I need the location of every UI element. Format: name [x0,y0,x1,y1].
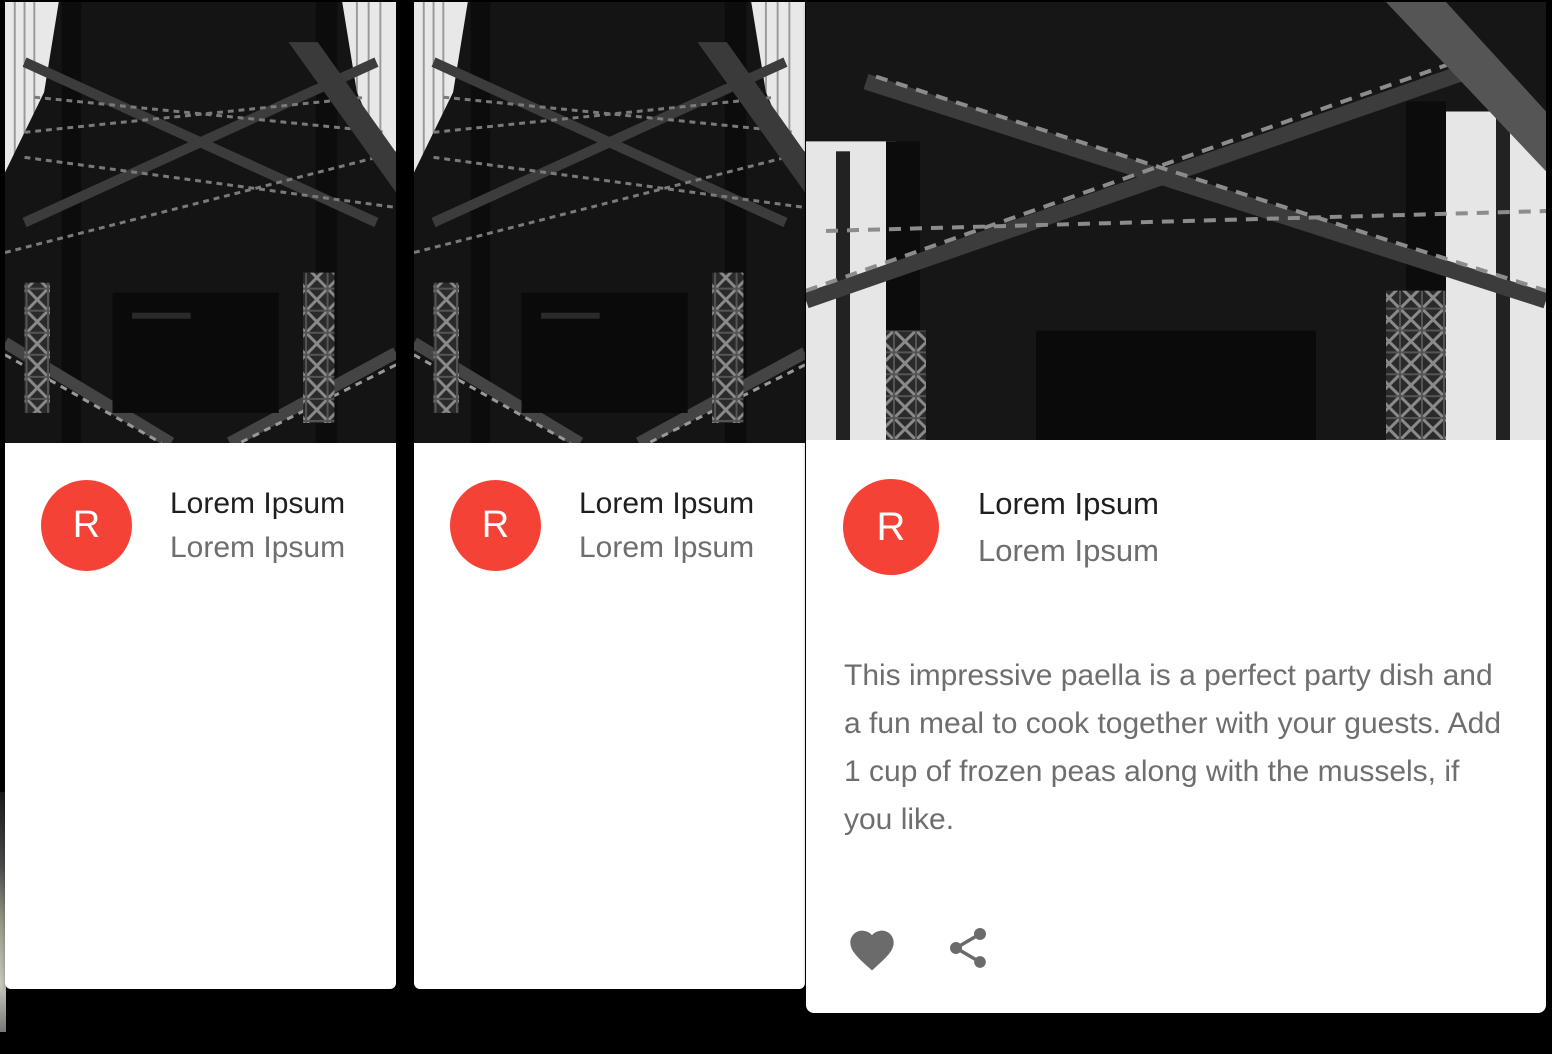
card-title: Lorem Ipsum [579,486,755,520]
card-media-image [414,2,805,443]
avatar: R [41,480,132,571]
recipe-card: R Lorem Ipsum Lorem Ipsum [5,2,396,989]
recipe-card: R Lorem Ipsum Lorem Ipsum [414,2,805,989]
avatar: R [450,480,541,571]
card-header: R Lorem Ipsum Lorem Ipsum [450,480,754,571]
card-actions [842,918,998,978]
card-subheader: Lorem Ipsum [170,530,346,564]
card-header-text: Lorem Ipsum Lorem Ipsum [579,482,754,570]
card-subheader: Lorem Ipsum [978,533,1159,568]
card-gallery: R Lorem Ipsum Lorem Ipsum R Lorem Ipsum … [0,0,1552,1054]
card-media-image [5,2,396,443]
share-button[interactable] [938,918,998,978]
card-title: Lorem Ipsum [978,486,1159,521]
card-header: R Lorem Ipsum Lorem Ipsum [843,479,1159,575]
favorite-button[interactable] [842,918,902,978]
card-title: Lorem Ipsum [170,486,346,520]
bridge-truss-photo [414,2,805,443]
card-body-text: This impressive paella is a perfect part… [844,659,1502,836]
bridge-truss-photo [5,2,396,443]
recipe-card-expanded: R Lorem Ipsum Lorem Ipsum This impressiv… [806,2,1546,1013]
card-subheader: Lorem Ipsum [579,530,755,564]
avatar: R [843,479,939,575]
heart-icon [850,930,894,971]
share-icon [950,928,986,968]
card-header-text: Lorem Ipsum Lorem Ipsum [978,480,1159,574]
card-header: R Lorem Ipsum Lorem Ipsum [41,480,345,571]
card-header-text: Lorem Ipsum Lorem Ipsum [170,482,345,570]
card-media-image [806,2,1546,440]
bridge-truss-photo [806,2,1546,440]
